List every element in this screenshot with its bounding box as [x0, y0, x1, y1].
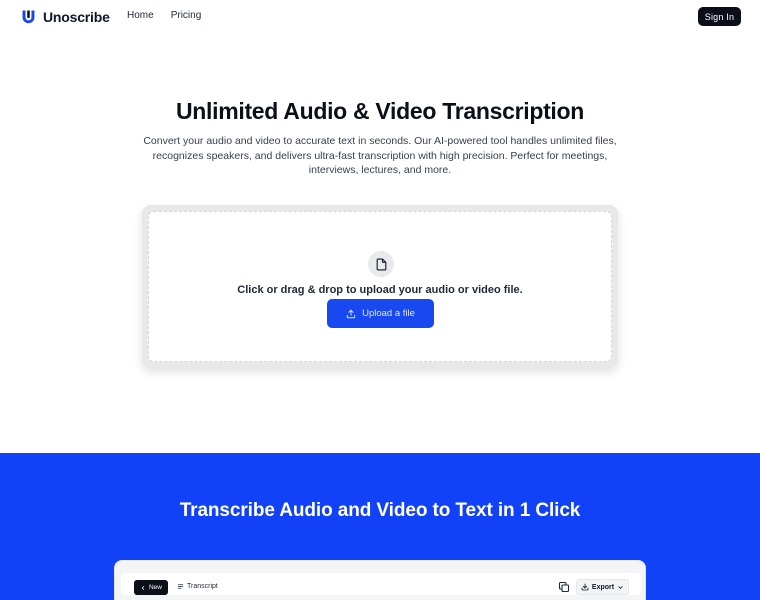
upload-icon [346, 309, 356, 318]
new-button-label: New [148, 584, 162, 591]
new-button[interactable]: New [134, 580, 168, 595]
upload-file-button[interactable]: Upload a file [327, 299, 434, 328]
upload-dropzone[interactable]: Click or drag & drop to upload your audi… [148, 211, 612, 362]
app-preview: New Transcript Export [114, 560, 646, 600]
sign-in-button[interactable]: Sign In [698, 7, 741, 26]
feature-section: Transcribe Audio and Video to Text in 1 … [0, 453, 760, 600]
nav-link-pricing[interactable]: Pricing [171, 10, 202, 21]
brand-name: Unoscribe [43, 8, 110, 25]
hero-description: Convert your audio and video to accurate… [143, 135, 617, 176]
upload-card: Click or drag & drop to upload your audi… [142, 205, 618, 368]
chevron-left-icon [141, 585, 145, 590]
download-icon [581, 583, 589, 591]
export-button[interactable]: Export [576, 579, 629, 595]
copy-icon[interactable] [558, 581, 570, 593]
file-icon-badge [368, 251, 394, 277]
brand-logo[interactable]: Unoscribe [20, 8, 110, 25]
transcript-tab[interactable]: Transcript [177, 583, 218, 590]
upload-prompt: Click or drag & drop to upload your audi… [237, 284, 523, 296]
hero-title: Unlimited Audio & Video Transcription [175, 98, 585, 124]
preview-toolbar: New Transcript Export [121, 573, 641, 595]
nav-link-home[interactable]: Home [127, 10, 154, 21]
list-icon [177, 584, 184, 589]
top-nav: Unoscribe Home Pricing Sign In [0, 0, 760, 34]
transcript-tab-label: Transcript [187, 583, 218, 590]
feature-section-title: Transcribe Audio and Video to Text in 1 … [179, 500, 581, 521]
upload-button-label: Upload a file [362, 308, 415, 319]
file-icon [376, 258, 386, 270]
chevron-down-icon [618, 585, 623, 589]
unoscribe-logo-icon [22, 10, 35, 24]
nav-links: Home Pricing [127, 10, 201, 21]
export-button-label: Export [591, 583, 615, 591]
